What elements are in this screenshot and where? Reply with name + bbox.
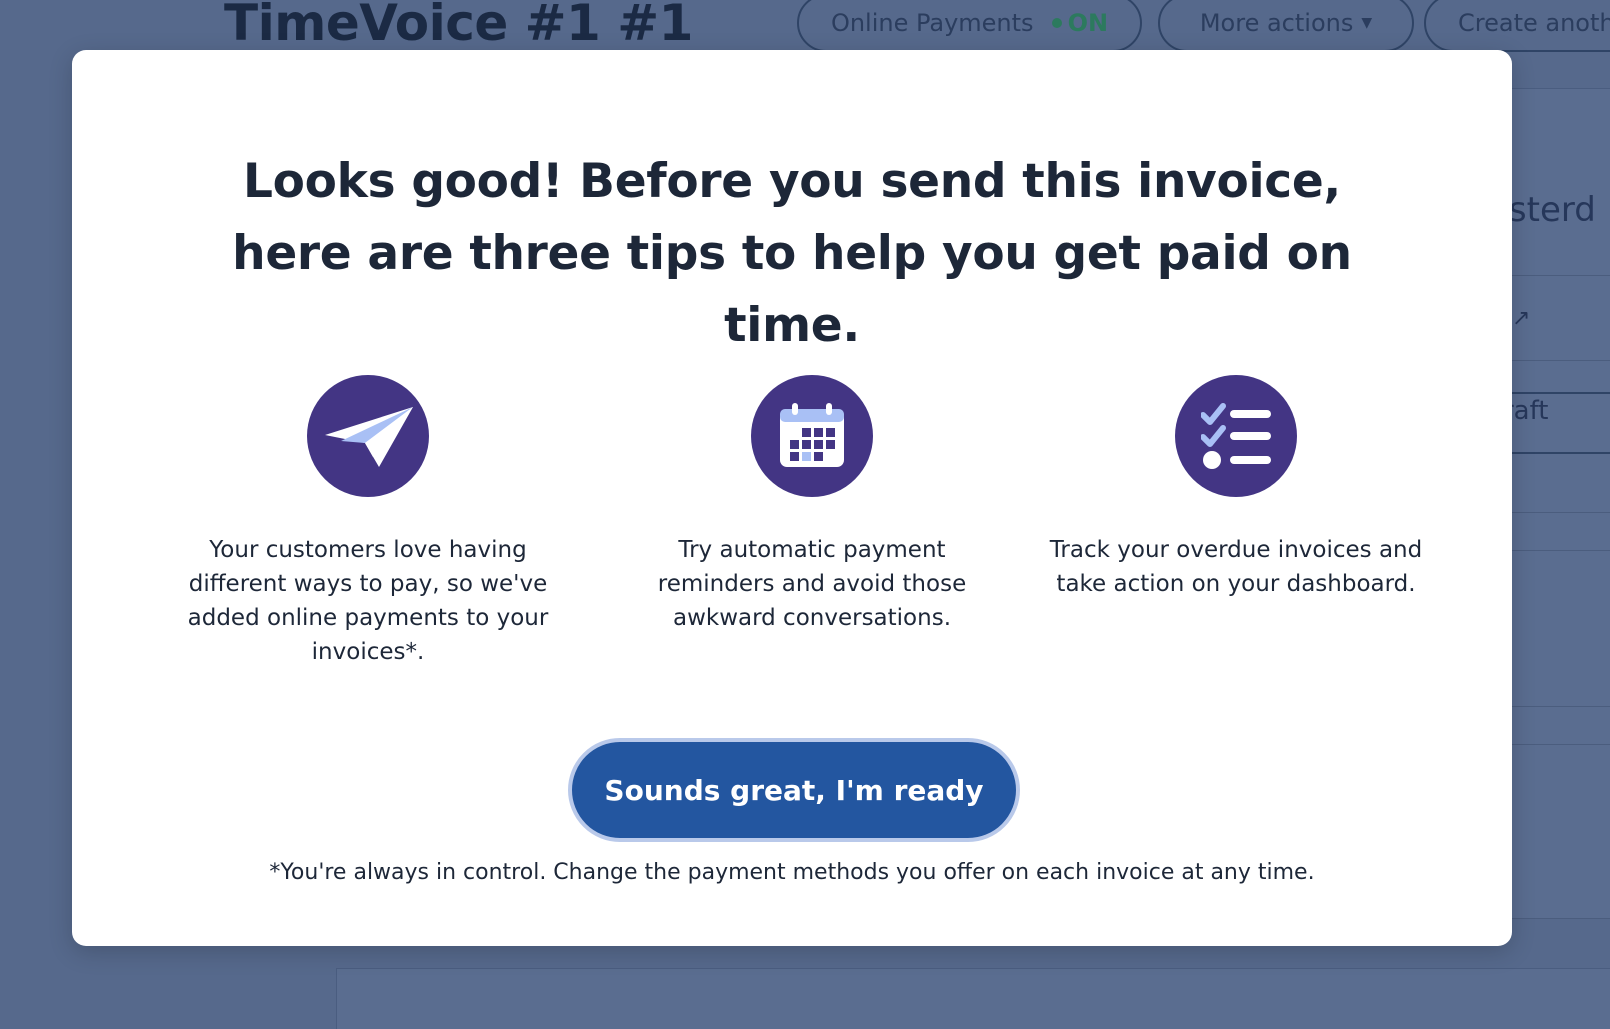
tip-text: Your customers love having different way…	[187, 537, 549, 665]
ready-button[interactable]: Sounds great, I'm ready	[568, 738, 1020, 842]
online-payments-label: Online Payments	[830, 9, 1034, 37]
invoice-title: TimeVoice #1 #1	[224, 0, 693, 52]
create-another-button[interactable]: Create anoth	[1424, 0, 1610, 52]
modal-title: Looks good! Before you send this invoice…	[232, 154, 1352, 353]
create-another-label: Create anoth	[1458, 9, 1610, 37]
tip-dashboard: Track your overdue invoices and take act…	[1026, 375, 1446, 601]
invoice-body-panel	[336, 968, 1610, 1029]
online-payments-toggle[interactable]: Online Payments ON	[797, 0, 1142, 52]
tip-payment-reminders: Try automatic payment reminders and avoi…	[602, 375, 1022, 635]
status-dot-icon	[1051, 18, 1062, 28]
external-link-icon: ↗	[1512, 306, 1531, 331]
online-payments-status: ON	[1067, 9, 1109, 37]
more-actions-label: More actions	[1199, 9, 1354, 37]
tip-text: Try automatic payment reminders and avoi…	[657, 537, 967, 631]
footnote: *You're always in control. Change the pa…	[269, 860, 1315, 885]
caret-down-icon: ▼	[1361, 15, 1373, 31]
more-actions-button[interactable]: More actions ▼	[1158, 0, 1414, 52]
tips-modal: Looks good! Before you send this invoice…	[72, 50, 1512, 946]
checklist-icon	[1175, 375, 1297, 497]
paper-plane-icon	[307, 375, 429, 497]
calendar-icon	[751, 375, 873, 497]
tip-online-payments: Your customers love having different way…	[158, 375, 578, 669]
tip-text: Track your overdue invoices and take act…	[1049, 537, 1423, 597]
